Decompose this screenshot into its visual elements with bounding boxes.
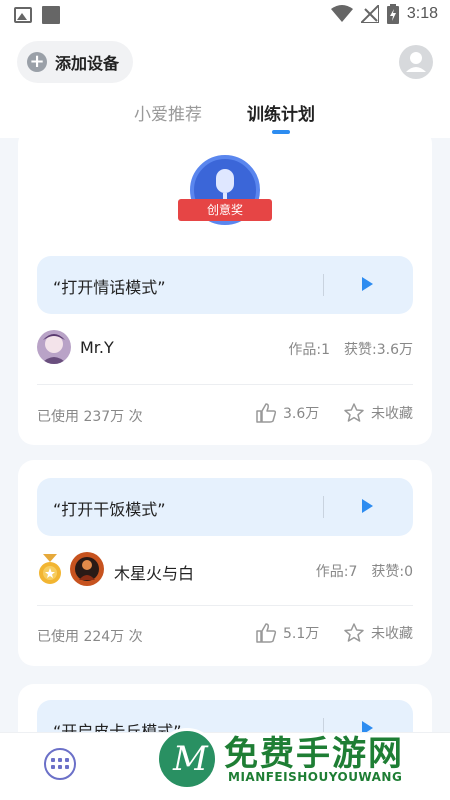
author-stats: 作品:7 获赞:0 — [302, 561, 413, 581]
status-bar: 3:18 — [0, 0, 450, 32]
divider — [323, 496, 324, 518]
plus-icon: + — [27, 52, 47, 72]
command-text: “打开干饭模式” — [53, 500, 166, 519]
favorite-status: 未收藏 — [371, 626, 413, 642]
divider — [323, 274, 324, 296]
favorite-button[interactable]: 未收藏 — [343, 622, 413, 644]
usage-row: 已使用 237万 次 3.6万 未收藏 — [37, 402, 413, 426]
command-text: “打开情话模式” — [53, 278, 166, 297]
add-device-label: 添加设备 — [55, 54, 120, 73]
usage-count: 已使用 237万 次 — [37, 409, 143, 425]
feed-list[interactable]: 创意奖 “打开情话模式” Mr.Y 作品:1 获赞:3.6万 已使用 237万 次… — [0, 138, 450, 800]
add-device-button[interactable]: + 添加设备 — [17, 41, 134, 83]
divider — [37, 605, 413, 606]
wifi-icon — [330, 5, 353, 22]
author-row[interactable]: Mr.Y 作品:1 获赞:3.6万 — [37, 330, 413, 366]
image-notification-icon — [14, 7, 32, 23]
badge-label: 创意奖 — [178, 199, 272, 221]
divider — [37, 384, 413, 385]
battery-charging-icon — [386, 4, 399, 24]
star-icon — [344, 403, 364, 422]
author-name[interactable]: Mr.Y — [80, 338, 114, 357]
active-tab-indicator — [272, 130, 290, 134]
site-watermark: M 免费手游网 MIANFEISHOUYOUWANG — [150, 720, 450, 800]
command-row[interactable]: “打开干饭模式” — [37, 478, 413, 536]
app-notification-icon — [42, 6, 60, 24]
favorite-button[interactable]: 未收藏 — [343, 402, 413, 424]
usage-row: 已使用 224万 次 5.1万 未收藏 — [37, 622, 413, 646]
favorite-status: 未收藏 — [371, 406, 413, 422]
author-avatar[interactable] — [37, 330, 71, 364]
watermark-subtext: MIANFEISHOUYOUWANG — [228, 770, 403, 784]
like-count: 3.6万 — [283, 406, 320, 422]
user-avatar[interactable] — [399, 45, 433, 79]
training-card[interactable]: 创意奖 “打开情话模式” Mr.Y 作品:1 获赞:3.6万 已使用 237万 次… — [18, 138, 432, 445]
watermark-text: 免费手游网 — [224, 734, 404, 774]
author-row[interactable]: 木星火与白 作品:7 获赞:0 — [37, 552, 413, 588]
watermark-logo: M — [156, 728, 218, 790]
play-icon[interactable] — [362, 499, 373, 513]
tab-bar: 小爱推荐 训练计划 — [0, 100, 450, 138]
like-button[interactable]: 3.6万 — [255, 402, 319, 424]
thumbs-up-icon — [256, 623, 277, 643]
creative-award-badge: 创意奖 — [178, 155, 272, 235]
works-count: 作品:1 — [288, 342, 331, 358]
tab-training-plan[interactable]: 训练计划 — [247, 100, 315, 125]
likes-received: 获赞:0 — [371, 564, 413, 580]
author-avatar[interactable] — [70, 552, 104, 586]
tab-xiaoai-recommend[interactable]: 小爱推荐 — [134, 100, 202, 125]
star-icon — [344, 623, 364, 642]
training-card[interactable]: “打开干饭模式” 木星火与白 作品:7 获赞:0 已使用 224万 次 5.1万 — [18, 460, 432, 666]
user-icon — [406, 52, 426, 72]
like-button[interactable]: 5.1万 — [255, 622, 319, 644]
no-signal-icon — [360, 5, 379, 23]
clock-time: 3:18 — [406, 5, 438, 22]
gold-medal-icon — [39, 554, 61, 584]
author-stats: 作品:1 获赞:3.6万 — [274, 339, 413, 359]
usage-count: 已使用 224万 次 — [37, 629, 143, 645]
works-count: 作品:7 — [315, 564, 358, 580]
command-row[interactable]: “打开情话模式” — [37, 256, 413, 314]
thumbs-up-icon — [256, 403, 277, 423]
top-bar: + 添加设备 小爱推荐 训练计划 — [0, 32, 450, 138]
play-icon[interactable] — [362, 277, 373, 291]
keyboard-icon[interactable] — [44, 748, 76, 780]
author-name[interactable]: 木星火与白 — [114, 560, 194, 584]
like-count: 5.1万 — [283, 626, 320, 642]
likes-received: 获赞:3.6万 — [344, 342, 413, 358]
